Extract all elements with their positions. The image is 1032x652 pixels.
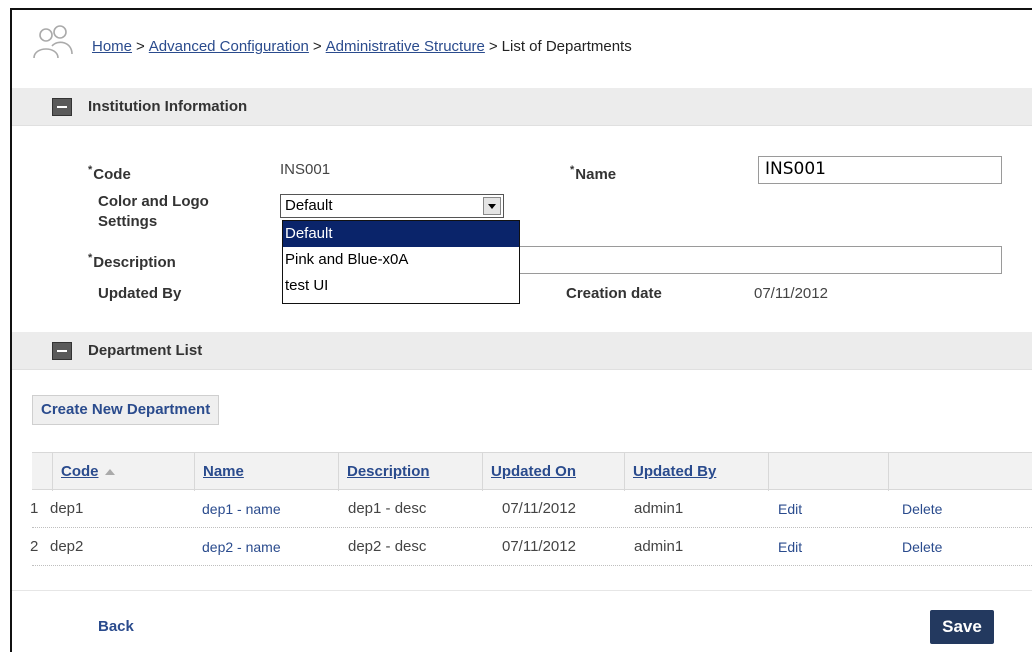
edit-link[interactable]: Edit	[778, 528, 802, 566]
table-header: Code Name Description Updated On Updated…	[32, 452, 1032, 491]
breadcrumb-current: List of Departments	[501, 38, 632, 55]
column-header-delete	[888, 453, 1032, 491]
row-updated-on: 07/11/2012	[502, 538, 576, 555]
department-section-header: Department List	[12, 332, 1032, 370]
row-description: dep2 - desc	[348, 538, 427, 555]
description-field[interactable]	[510, 246, 1002, 274]
creation-date-value: 07/11/2012	[754, 285, 828, 302]
dropdown-option[interactable]: test UI	[283, 273, 519, 299]
column-header-description[interactable]: Description	[338, 453, 482, 491]
row-name[interactable]: dep1 - name	[202, 490, 281, 528]
breadcrumb-advanced-configuration[interactable]: Advanced Configuration	[149, 38, 309, 55]
row-updated-by: admin1	[634, 500, 684, 517]
save-button[interactable]: Save	[930, 610, 994, 644]
row-updated-by: admin1	[634, 538, 684, 555]
color-logo-dropdown: Default Pink and Blue-x0A test UI	[282, 220, 520, 304]
column-header-code[interactable]: Code	[52, 453, 194, 491]
creation-date-label: Creation date	[566, 285, 662, 302]
table-row: 1 dep1 dep1 - name dep1 - desc 07/11/201…	[30, 490, 1032, 528]
color-logo-label: Color and Logo Settings	[98, 193, 209, 230]
row-description: dep1 - desc	[348, 500, 427, 517]
dropdown-option[interactable]: Default	[283, 221, 519, 247]
code-label: *Code	[88, 164, 131, 183]
updated-by-label: Updated By	[98, 285, 182, 302]
breadcrumb-separator: >	[136, 38, 145, 55]
row-code: dep1	[50, 500, 84, 517]
row-number: 2	[30, 538, 39, 555]
breadcrumb-administrative-structure[interactable]: Administrative Structure	[326, 38, 485, 55]
row-code: dep2	[50, 538, 84, 555]
required-mark: *	[570, 164, 575, 176]
collapse-icon[interactable]	[52, 342, 72, 360]
breadcrumb-separator: >	[488, 38, 498, 55]
delete-link[interactable]: Delete	[902, 490, 942, 528]
user-group-icon	[33, 25, 73, 59]
create-department-button[interactable]: Create New Department	[32, 395, 220, 425]
row-updated-on: 07/11/2012	[502, 500, 576, 517]
column-header-updated-by[interactable]: Updated By	[624, 453, 768, 491]
column-header-edit	[768, 453, 888, 491]
sort-ascending-icon	[104, 469, 115, 476]
breadcrumb-bar: Home > Advanced Configuration > Administrati…	[12, 10, 1032, 88]
delete-link[interactable]: Delete	[902, 528, 942, 566]
column-header-updated-on[interactable]: Updated On	[482, 453, 624, 491]
collapse-icon[interactable]	[52, 98, 72, 116]
description-label: *Description	[88, 252, 176, 271]
dropdown-option[interactable]: Pink and Blue-x0A	[283, 247, 519, 273]
back-link[interactable]: Back	[98, 618, 134, 635]
institution-section-title: Institution Information	[88, 98, 248, 115]
code-value: INS001	[280, 161, 331, 178]
required-mark: *	[88, 164, 93, 176]
institution-section-header: Institution Information	[12, 88, 1032, 126]
department-section-title: Department List	[88, 342, 203, 359]
column-header-name[interactable]: Name	[194, 453, 338, 491]
department-table: Code Name Description Updated On Updated…	[30, 452, 1032, 566]
dropdown-arrow-icon[interactable]	[483, 197, 501, 215]
row-number: 1	[30, 500, 39, 517]
table-row: 2 dep2 dep2 - name dep2 - desc 07/11/201…	[30, 528, 1032, 566]
breadcrumb: Home > Advanced Configuration > Administrati…	[92, 38, 632, 55]
name-field[interactable]: INS001	[758, 156, 1002, 184]
page-frame: Home > Advanced Configuration > Administrati…	[10, 8, 1032, 652]
row-name[interactable]: dep2 - name	[202, 528, 281, 566]
breadcrumb-separator: >	[312, 38, 322, 55]
edit-link[interactable]: Edit	[778, 490, 802, 528]
footer-divider	[12, 590, 1032, 591]
breadcrumb-home[interactable]: Home	[92, 38, 132, 55]
required-mark: *	[88, 252, 93, 264]
color-logo-selected: Default	[285, 197, 333, 214]
name-label: *Name	[570, 164, 617, 183]
color-logo-select[interactable]: Default	[280, 194, 504, 218]
